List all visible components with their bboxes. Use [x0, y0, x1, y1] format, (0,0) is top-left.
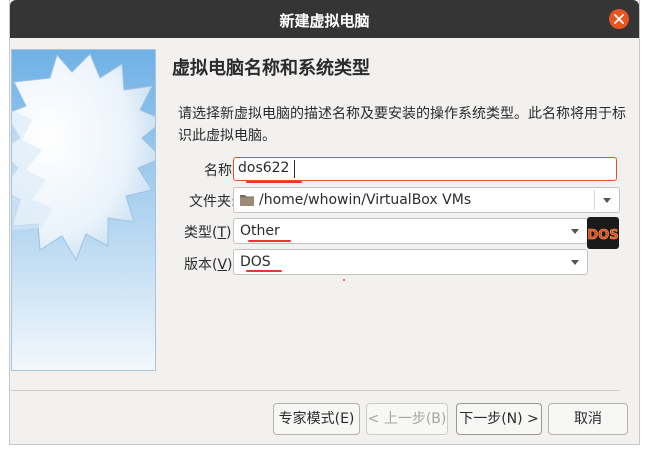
type-label: 类型(T):: [184, 225, 237, 241]
version-value: DOS: [240, 254, 271, 270]
title-bar[interactable]: 新建虚拟电脑: [10, 0, 639, 38]
name-input[interactable]: dos622: [233, 157, 617, 181]
annotation-dot: [343, 279, 345, 281]
annotation-underline-name: [246, 181, 302, 183]
text-caret: [294, 160, 295, 178]
chevron-down-icon[interactable]: [603, 198, 611, 203]
folder-icon: [240, 195, 254, 206]
close-button[interactable]: [609, 9, 629, 29]
folder-select[interactable]: /home/whowin/VirtualBox VMs: [233, 187, 620, 213]
next-button[interactable]: 下一步(N) >: [456, 403, 542, 435]
version-select[interactable]: DOS: [233, 249, 588, 275]
page-heading: 虚拟电脑名称和系统类型: [172, 58, 370, 79]
combo-separator: [594, 190, 595, 210]
folder-label: 文件夹:: [189, 194, 236, 210]
folder-value: /home/whowin/VirtualBox VMs: [259, 192, 472, 208]
name-value: dos622: [238, 160, 290, 176]
version-label: 版本(V):: [184, 257, 237, 273]
page-description: 请选择新虚拟电脑的描述名称及要安装的操作系统类型。此名称将用于标识此虚拟电脑。: [178, 106, 626, 144]
starburst-image: [12, 50, 155, 370]
name-label: 名称:: [204, 163, 237, 179]
close-icon: [614, 14, 624, 24]
chevron-down-icon[interactable]: [571, 229, 579, 234]
wizard-side-image: [11, 49, 156, 371]
back-button[interactable]: < 上一步(B): [366, 403, 448, 435]
expert-mode-button[interactable]: 专家模式(E): [273, 403, 360, 435]
button-divider: [11, 390, 620, 391]
chevron-down-icon[interactable]: [571, 260, 579, 265]
type-value: Other: [240, 223, 280, 239]
cancel-button[interactable]: 取消: [548, 403, 628, 435]
os-dos-icon: DOS: [587, 217, 619, 249]
svg-text:DOS: DOS: [587, 228, 618, 243]
annotation-underline-version: [246, 270, 282, 272]
window-title: 新建虚拟电脑: [279, 12, 370, 30]
annotation-underline-type: [248, 240, 291, 242]
